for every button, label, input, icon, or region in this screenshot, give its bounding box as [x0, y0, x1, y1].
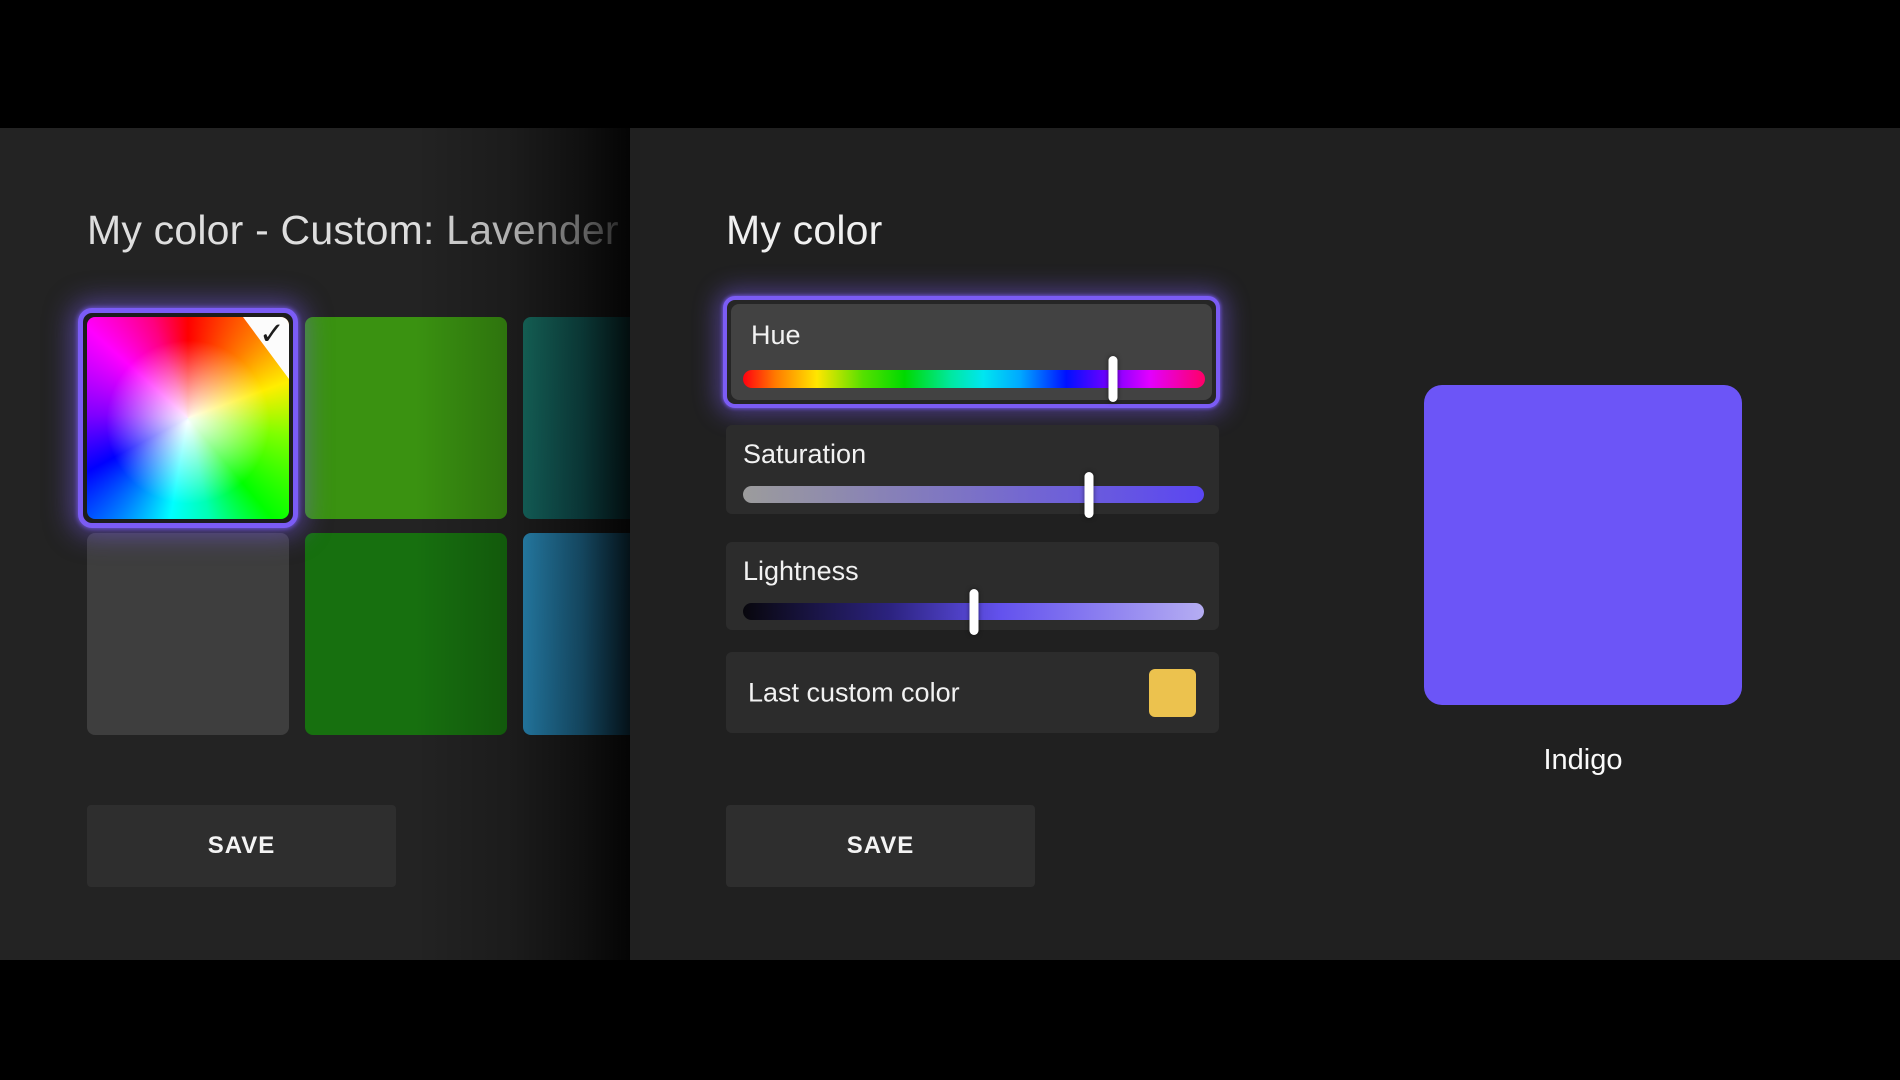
- last-custom-color-label: Last custom color: [748, 677, 960, 708]
- color-preview-swatch: [1424, 385, 1742, 705]
- save-button-left[interactable]: SAVE: [87, 805, 396, 887]
- saturation-track[interactable]: [743, 486, 1204, 503]
- settings-stage: My color - Custom: Lavender ✓ SAVE My co…: [0, 128, 1900, 960]
- save-button[interactable]: SAVE: [726, 805, 1035, 887]
- hue-slider-row[interactable]: Hue: [731, 304, 1212, 400]
- color-grid-panel: My color - Custom: Lavender ✓ SAVE: [0, 128, 630, 960]
- hue-label: Hue: [751, 320, 801, 351]
- saturation-slider-row[interactable]: Saturation: [726, 425, 1219, 514]
- selected-corner-badge: ✓: [243, 317, 289, 379]
- hue-thumb[interactable]: [1108, 356, 1117, 402]
- hue-track[interactable]: [743, 370, 1205, 388]
- hue-focus-ring: Hue: [723, 296, 1220, 408]
- swatch-dark-gray[interactable]: [87, 533, 289, 735]
- swatch-teal[interactable]: [523, 317, 630, 519]
- custom-color-panel: My color Hue Saturation Lightness Last c…: [630, 128, 1900, 960]
- lightness-slider-row[interactable]: Lightness: [726, 542, 1219, 630]
- swatch-blue[interactable]: [523, 533, 630, 735]
- last-custom-color-row[interactable]: Last custom color: [726, 652, 1219, 733]
- swatch-dark-green[interactable]: [305, 533, 507, 735]
- last-custom-color-swatch: [1149, 669, 1196, 717]
- lightness-thumb[interactable]: [969, 589, 978, 635]
- saturation-thumb[interactable]: [1084, 472, 1093, 518]
- swatch-custom-spectrum[interactable]: ✓: [78, 308, 298, 528]
- lightness-track[interactable]: [743, 603, 1204, 620]
- left-panel-title: My color - Custom: Lavender: [87, 207, 619, 254]
- spectrum-swatch: ✓: [87, 317, 289, 519]
- color-preview-name: Indigo: [1424, 744, 1742, 777]
- lightness-label: Lightness: [743, 556, 859, 587]
- checkmark-icon: ✓: [259, 317, 285, 352]
- save-button-label: SAVE: [847, 832, 915, 859]
- right-panel-title: My color: [726, 207, 883, 254]
- save-button-left-label: SAVE: [208, 832, 276, 859]
- swatch-green[interactable]: [305, 317, 507, 519]
- saturation-label: Saturation: [743, 439, 866, 470]
